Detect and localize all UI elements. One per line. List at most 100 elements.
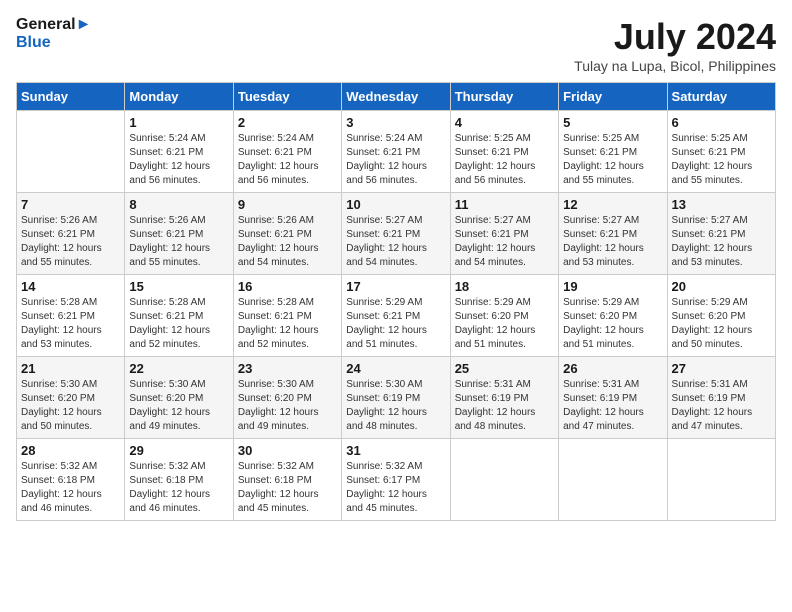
day-info: Sunrise: 5:30 AMSunset: 6:20 PMDaylight:…	[21, 378, 120, 434]
calendar-cell	[17, 111, 125, 193]
day-info: Sunrise: 5:30 AMSunset: 6:19 PMDaylight:…	[346, 378, 445, 434]
page-subtitle: Tulay na Lupa, Bicol, Philippines	[574, 58, 776, 74]
day-info: Sunrise: 5:31 AMSunset: 6:19 PMDaylight:…	[455, 378, 554, 434]
header-cell: Friday	[559, 83, 667, 111]
header-cell: Thursday	[450, 83, 558, 111]
calendar-cell: 22 Sunrise: 5:30 AMSunset: 6:20 PMDayligh…	[125, 357, 233, 439]
calendar-cell: 4Sunrise: 5:25 AMSunset: 6:21 PMDaylight…	[450, 111, 558, 193]
day-info: Sunrise: 5:29 AMSunset: 6:20 PMDaylight:…	[672, 296, 771, 352]
calendar-cell: 19 Sunrise: 5:29 AMSunset: 6:20 PMDayligh…	[559, 275, 667, 357]
calendar-cell: 20 Sunrise: 5:29 AMSunset: 6:20 PMDayligh…	[667, 275, 775, 357]
header-cell: Monday	[125, 83, 233, 111]
day-number: 8	[129, 197, 228, 212]
calendar-cell: 30Sunrise: 5:32 AMSunset: 6:18 PMDayligh…	[233, 439, 341, 521]
calendar-cell: 11Sunrise: 5:27 AMSunset: 6:21 PMDayligh…	[450, 193, 558, 275]
calendar-cell: 1Sunrise: 5:24 AMSunset: 6:21 PMDaylight…	[125, 111, 233, 193]
day-number: 16	[238, 279, 337, 294]
calendar-cell: 23 Sunrise: 5:30 AMSunset: 6:20 PMDayligh…	[233, 357, 341, 439]
day-info: Sunrise: 5:28 AMSunset: 6:21 PMDaylight:…	[129, 296, 228, 352]
calendar-week-row: 28 Sunrise: 5:32 AMSunset: 6:18 PMDayligh…	[17, 439, 776, 521]
day-info: Sunrise: 5:26 AMSunset: 6:21 PMDaylight:…	[238, 214, 337, 270]
day-number: 25	[455, 361, 554, 376]
calendar-cell	[667, 439, 775, 521]
day-info: Sunrise: 5:26 AMSunset: 6:21 PMDaylight:…	[21, 214, 120, 270]
day-number: 28	[21, 443, 120, 458]
calendar-cell: 28 Sunrise: 5:32 AMSunset: 6:18 PMDayligh…	[17, 439, 125, 521]
day-info: Sunrise: 5:28 AMSunset: 6:21 PMDaylight:…	[238, 296, 337, 352]
day-number: 5	[563, 115, 662, 130]
day-info: Sunrise: 5:25 AMSunset: 6:21 PMDaylight:…	[672, 132, 771, 188]
calendar-cell	[559, 439, 667, 521]
day-info: Sunrise: 5:32 AMSunset: 6:18 PMDaylight:…	[129, 460, 228, 516]
day-number: 22	[129, 361, 228, 376]
day-number: 10	[346, 197, 445, 212]
header-row: SundayMondayTuesdayWednesdayThursdayFrid…	[17, 83, 776, 111]
day-number: 29	[129, 443, 228, 458]
calendar-cell: 13 Sunrise: 5:27 AMSunset: 6:21 PMDayligh…	[667, 193, 775, 275]
calendar-week-row: 1 Sunrise: 5:24 AMSunset: 6:21 PMDaylight…	[17, 111, 776, 193]
calendar-week-row: 21Sunrise: 5:30 AMSunset: 6:20 PMDayligh…	[17, 357, 776, 439]
calendar-cell: 3 Sunrise: 5:24 AMSunset: 6:21 PMDaylight…	[342, 111, 450, 193]
day-info: Sunrise: 5:24 AMSunset: 6:21 PMDaylight:…	[346, 132, 445, 188]
day-number: 26	[563, 361, 662, 376]
day-info: Sunrise: 5:25 AMSunset: 6:21 PMDaylight:…	[563, 132, 662, 188]
day-number: 11	[455, 197, 554, 212]
day-info: Sunrise: 5:24 AMSunset: 6:21 PMDaylight:…	[238, 132, 337, 188]
day-info: Sunrise: 5:32 AMSunset: 6:18 PMDaylight:…	[21, 460, 120, 516]
day-info: Sunrise: 5:31 AMSunset: 6:19 PMDaylight:…	[563, 378, 662, 434]
day-number: 15	[129, 279, 228, 294]
day-number: 20	[672, 279, 771, 294]
calendar-cell: 24 Sunrise: 5:30 AMSunset: 6:19 PMDayligh…	[342, 357, 450, 439]
day-number: 27	[672, 361, 771, 376]
day-info: Sunrise: 5:27 AMSunset: 6:21 PMDaylight:…	[346, 214, 445, 270]
day-number: 4	[455, 115, 554, 130]
day-number: 23	[238, 361, 337, 376]
calendar-cell: 12 Sunrise: 5:27 AMSunset: 6:21 PMDayligh…	[559, 193, 667, 275]
calendar-cell	[450, 439, 558, 521]
calendar-cell: 15 Sunrise: 5:28 AMSunset: 6:21 PMDayligh…	[125, 275, 233, 357]
day-number: 14	[21, 279, 120, 294]
calendar-cell: 6 Sunrise: 5:25 AMSunset: 6:21 PMDaylight…	[667, 111, 775, 193]
calendar-week-row: 14 Sunrise: 5:28 AMSunset: 6:21 PMDayligh…	[17, 275, 776, 357]
day-number: 30	[238, 443, 337, 458]
day-number: 19	[563, 279, 662, 294]
calendar-cell: 5 Sunrise: 5:25 AMSunset: 6:21 PMDaylight…	[559, 111, 667, 193]
page-header: General► Blue July 2024 Tulay na Lupa, B…	[16, 16, 776, 74]
day-number: 9	[238, 197, 337, 212]
calendar-cell: 17 Sunrise: 5:29 AMSunset: 6:21 PMDayligh…	[342, 275, 450, 357]
calendar-cell: 2 Sunrise: 5:24 AMSunset: 6:21 PMDaylight…	[233, 111, 341, 193]
calendar-cell: 10 Sunrise: 5:27 AMSunset: 6:21 PMDayligh…	[342, 193, 450, 275]
calendar-cell: 8Sunrise: 5:26 AMSunset: 6:21 PMDaylight…	[125, 193, 233, 275]
calendar-cell: 16 Sunrise: 5:28 AMSunset: 6:21 PMDayligh…	[233, 275, 341, 357]
day-info: Sunrise: 5:29 AMSunset: 6:21 PMDaylight:…	[346, 296, 445, 352]
header-cell: Saturday	[667, 83, 775, 111]
calendar-cell: 7 Sunrise: 5:26 AMSunset: 6:21 PMDaylight…	[17, 193, 125, 275]
day-info: Sunrise: 5:27 AMSunset: 6:21 PMDaylight:…	[563, 214, 662, 270]
header-cell: Tuesday	[233, 83, 341, 111]
day-number: 3	[346, 115, 445, 130]
calendar-cell: 31Sunrise: 5:32 AMSunset: 6:17 PMDayligh…	[342, 439, 450, 521]
day-info: Sunrise: 5:28 AMSunset: 6:21 PMDaylight:…	[21, 296, 120, 352]
day-number: 17	[346, 279, 445, 294]
calendar-week-row: 7 Sunrise: 5:26 AMSunset: 6:21 PMDaylight…	[17, 193, 776, 275]
day-number: 1	[129, 115, 228, 130]
day-info: Sunrise: 5:30 AMSunset: 6:20 PMDaylight:…	[129, 378, 228, 434]
calendar-cell: 26 Sunrise: 5:31 AMSunset: 6:19 PMDayligh…	[559, 357, 667, 439]
day-number: 24	[346, 361, 445, 376]
calendar-table: SundayMondayTuesdayWednesdayThursdayFrid…	[16, 82, 776, 521]
day-number: 2	[238, 115, 337, 130]
day-info: Sunrise: 5:29 AMSunset: 6:20 PMDaylight:…	[563, 296, 662, 352]
page-title: July 2024	[574, 16, 776, 58]
logo: General► Blue	[16, 16, 91, 51]
calendar-cell: 18Sunrise: 5:29 AMSunset: 6:20 PMDayligh…	[450, 275, 558, 357]
calendar-cell: 29 Sunrise: 5:32 AMSunset: 6:18 PMDayligh…	[125, 439, 233, 521]
day-number: 13	[672, 197, 771, 212]
day-number: 12	[563, 197, 662, 212]
day-info: Sunrise: 5:30 AMSunset: 6:20 PMDaylight:…	[238, 378, 337, 434]
day-number: 6	[672, 115, 771, 130]
day-number: 7	[21, 197, 120, 212]
day-info: Sunrise: 5:31 AMSunset: 6:19 PMDaylight:…	[672, 378, 771, 434]
calendar-cell: 14 Sunrise: 5:28 AMSunset: 6:21 PMDayligh…	[17, 275, 125, 357]
day-info: Sunrise: 5:27 AMSunset: 6:21 PMDaylight:…	[672, 214, 771, 270]
header-cell: Wednesday	[342, 83, 450, 111]
